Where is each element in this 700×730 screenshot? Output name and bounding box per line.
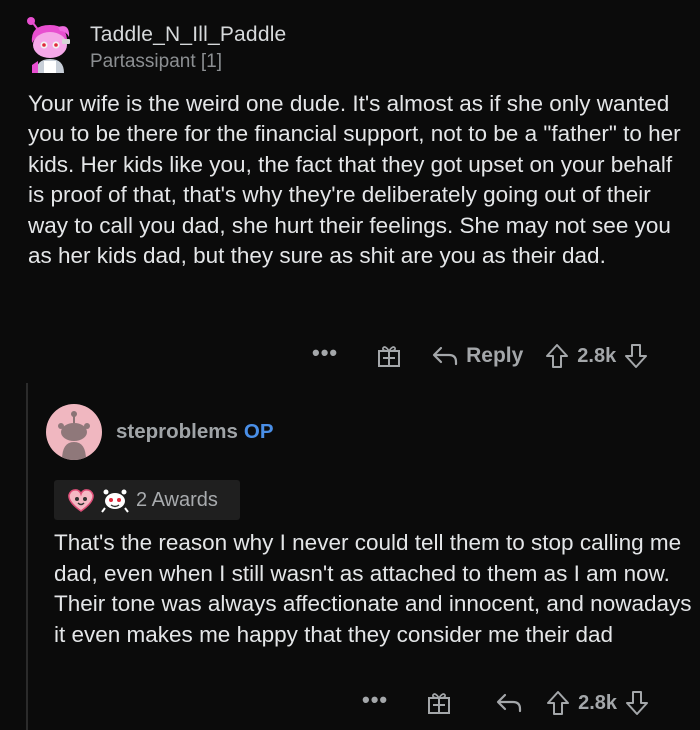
vote-score: 2.8k (577, 344, 617, 367)
reply-button[interactable]: Reply (432, 344, 523, 368)
reply-arrow-icon (433, 346, 458, 366)
heart-award-icon (68, 489, 94, 512)
downvote-icon (625, 344, 648, 368)
comment-username[interactable]: steproblems OP (116, 420, 274, 444)
comment-actions: ••• 2.8k (362, 683, 649, 723)
snoo-avatar-icon (46, 404, 102, 460)
vote-score: 2.8k (578, 691, 618, 714)
reply-button[interactable] (496, 692, 522, 714)
awards-badge[interactable]: 2 Awards (54, 480, 240, 520)
more-options-button[interactable]: ••• (362, 689, 388, 711)
thread-line[interactable] (26, 383, 28, 730)
comment-body: Your wife is the weird one dude. It's al… (28, 91, 681, 269)
upvote-button[interactable] (545, 343, 569, 369)
snoo-avatar-icon (27, 17, 70, 73)
downvote-button[interactable] (624, 343, 648, 369)
comment-body: That's the reason why I never could tell… (54, 530, 692, 647)
downvote-button[interactable] (625, 690, 649, 716)
gift-icon (378, 346, 401, 367)
username-text[interactable]: steproblems (116, 420, 238, 443)
reply-arrow-icon (497, 693, 522, 713)
upvote-icon (546, 344, 569, 368)
awards-count: 2 Awards (136, 488, 218, 511)
op-badge: OP (243, 420, 274, 443)
award-button[interactable] (376, 343, 402, 369)
user-avatar[interactable] (46, 404, 102, 460)
wholesome-award-icon (101, 489, 129, 513)
downvote-icon (626, 691, 649, 715)
reply-label: Reply (466, 344, 524, 367)
more-options-button[interactable]: ••• (312, 342, 338, 364)
comment-username[interactable]: Taddle_N_Ill_Paddle (90, 23, 286, 47)
user-avatar[interactable] (22, 15, 76, 77)
award-button[interactable] (426, 690, 452, 716)
upvote-icon (547, 691, 570, 715)
gift-icon (428, 693, 451, 714)
upvote-button[interactable] (546, 690, 570, 716)
user-flair: Partassipant [1] (90, 51, 223, 72)
comment-actions: ••• Reply 2.8k (312, 336, 648, 376)
